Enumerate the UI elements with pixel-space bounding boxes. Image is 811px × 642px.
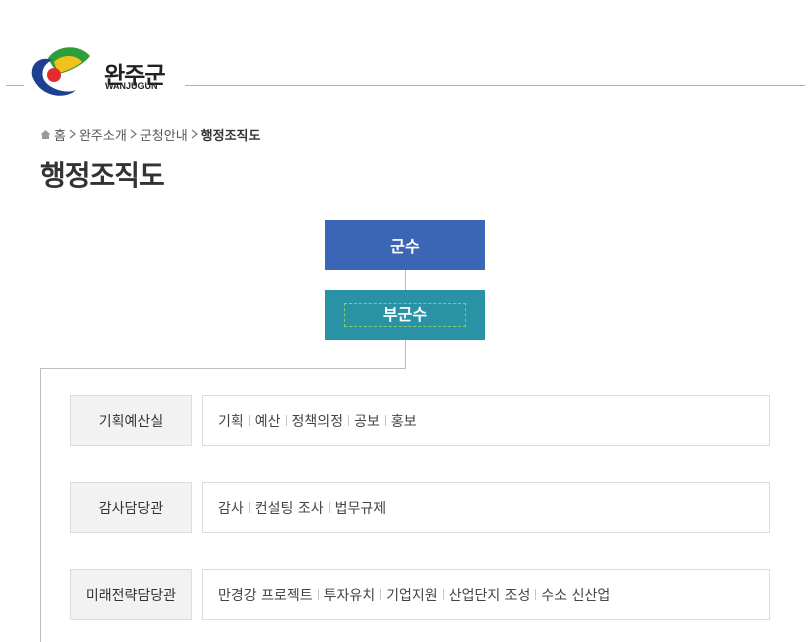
task-item: 법무규제 [334,500,387,517]
org-vice-mayor-box[interactable]: 부군수 [325,290,485,340]
wanju-emblem-icon [31,47,90,96]
org-connector [405,270,406,290]
task-item: 산업단지 조성 [448,587,531,604]
task-divider [380,589,382,600]
task-divider [285,415,287,426]
task-item: 투자유치 [323,587,376,604]
dept-row-future-strategy: 미래전략담당관 만경강 프로젝트 투자유치 기업지원 산업단지 조성 수소 신산… [70,569,770,620]
chevron-right-icon [69,129,76,139]
org-mayor-label: 군수 [390,237,420,256]
org-mayor-box[interactable]: 군수 [325,220,485,270]
task-divider [317,589,319,600]
chevron-right-icon [130,129,137,139]
dept-tasks: 만경강 프로젝트 투자유치 기업지원 산업단지 조성 수소 신산업 [202,569,770,620]
task-item: 기업지원 [386,587,438,604]
breadcrumb-current: 행정조직도 [200,128,261,144]
task-item: 수소 신산업 [541,587,611,604]
logo-subtitle: WANJUGUN [105,81,158,91]
task-item: 정책의정 [291,413,344,430]
breadcrumb: 홈 완주소개 군청안내 행정조직도 [40,125,261,144]
task-divider [535,589,537,600]
chevron-right-icon [191,129,198,139]
task-divider [348,415,350,426]
task-item: 만경강 프로젝트 [218,587,313,604]
header-divider-left [6,85,24,86]
dept-name-audit[interactable]: 감사담당관 [70,482,192,533]
task-item: 홍보 [390,413,417,430]
org-connector [405,340,406,369]
task-divider [248,415,250,426]
task-divider [442,589,444,600]
task-divider [248,502,250,513]
task-item: 컨설팅 조사 [254,500,324,517]
breadcrumb-office-guide[interactable]: 군청안내 [140,125,188,144]
task-divider [384,415,386,426]
dept-row-audit: 감사담당관 감사 컨설팅 조사 법무규제 [70,482,770,533]
header-divider-right [185,85,805,86]
task-item: 기획 [218,413,244,430]
org-connector-trunk [40,368,41,642]
dept-row-planning-budget: 기획예산실 기획 예산 정책의정 공보 홍보 [70,395,770,446]
task-item: 공보 [354,413,380,430]
org-vice-mayor-label: 부군수 [343,303,467,327]
wanju-logo-link[interactable]: 완주군 WANJUGUN [28,42,178,100]
org-connector-horizontal [40,368,406,369]
dept-name-planning-budget[interactable]: 기획예산실 [70,395,192,446]
breadcrumb-home[interactable]: 홈 [54,125,66,144]
home-icon [40,129,51,139]
breadcrumb-wanju-intro[interactable]: 완주소개 [79,125,127,144]
task-item: 예산 [254,413,281,430]
task-item: 감사 [218,500,244,517]
page-title: 행정조직도 [40,159,165,192]
task-divider [328,502,330,513]
dept-tasks: 감사 컨설팅 조사 법무규제 [202,482,770,533]
dept-name-future-strategy[interactable]: 미래전략담당관 [70,569,192,620]
dept-tasks: 기획 예산 정책의정 공보 홍보 [202,395,770,446]
